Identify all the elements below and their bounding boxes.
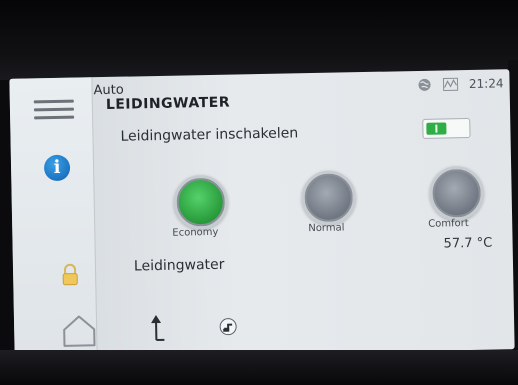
device-bezel-bottom [0,350,518,385]
main-panel: Auto LEIDINGWATER 21:24 Leidingwater ins… [93,69,514,357]
toggle-on-indicator [426,122,447,135]
home-icon[interactable] [61,313,98,348]
normal-mode-label: Normal [308,222,345,235]
clock: 21:24 [468,76,504,92]
section-label: Leidingwater [133,256,225,275]
arrow-up-icon[interactable] [148,312,169,348]
toggle-label: Leidingwater inschakelen [120,125,299,145]
normal-mode-button[interactable] [301,170,357,226]
hot-water-toggle[interactable] [422,117,471,139]
sidebar: i [9,77,98,359]
economy-mode-label: Economy [172,226,219,239]
comfort-mode-button[interactable] [429,165,485,221]
device-bezel-top [0,0,518,80]
globe-icon [418,78,431,91]
lock-icon[interactable] [61,263,79,286]
comfort-mode-label: Comfort [428,218,469,230]
chart-icon [443,77,459,91]
status-bar: 21:24 [417,75,504,93]
menu-icon[interactable] [33,99,75,121]
page-title: LEIDINGWATER [105,94,231,113]
economy-mode-button[interactable] [173,174,229,230]
info-icon[interactable]: i [43,154,71,182]
temperature-readout: 57.7 °C [443,235,493,252]
tap-icon[interactable] [218,316,238,340]
touch-screen: i Auto LEIDINGWATER 21:24 Leidingwater i… [9,69,515,359]
